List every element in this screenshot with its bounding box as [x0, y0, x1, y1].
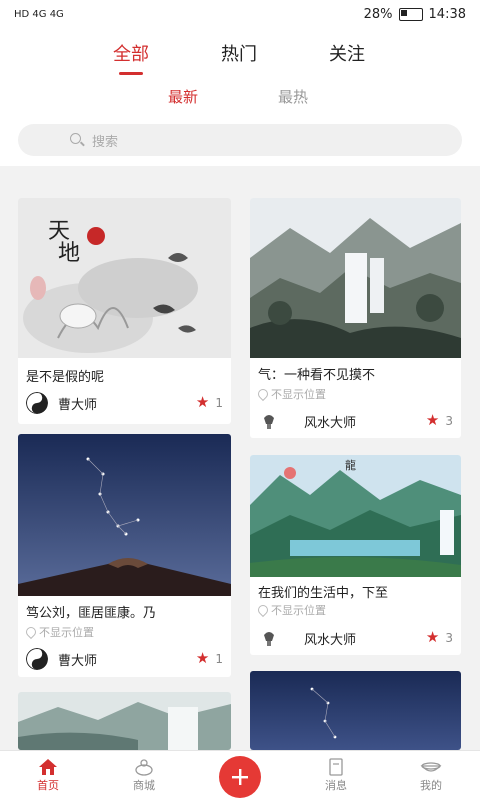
post-location: 不显示位置	[23, 624, 94, 640]
like-number: 1	[215, 651, 223, 666]
subtab-hottest[interactable]: 最热	[278, 86, 308, 107]
tab-hot[interactable]: 热门	[221, 40, 257, 66]
nav-messages[interactable]: 消息	[306, 757, 366, 793]
like-count[interactable]: ★ 3	[426, 630, 453, 645]
avatar	[259, 628, 279, 648]
post-location: 不显示位置	[255, 386, 326, 402]
nav-messages-label: 消息	[325, 779, 347, 792]
post-author[interactable]: 曹大师	[26, 648, 97, 670]
author-name: 风水大师	[304, 415, 357, 431]
nav-mall[interactable]: 商城	[114, 757, 174, 793]
status-right: 28% 14:38	[364, 7, 466, 22]
post-card[interactable]: 天 地 是不是假的呢 曹大师 ★ 1	[18, 198, 231, 424]
like-count[interactable]: ★ 1	[196, 651, 223, 666]
clock: 14:38	[428, 6, 466, 22]
like-number: 3	[445, 630, 453, 645]
star-icon: ★	[425, 628, 440, 646]
avatar	[259, 411, 279, 431]
tab-all[interactable]: 全部	[113, 40, 149, 66]
location-text: 不显示位置	[39, 626, 94, 639]
post-image	[18, 434, 231, 596]
message-icon	[329, 758, 343, 776]
location-pin-icon	[255, 602, 271, 618]
post-card[interactable]: 气：一种看不见摸不 不显示位置 风水大师 ★ 3	[250, 198, 461, 438]
profile-icon	[420, 762, 442, 772]
post-image: 天 地	[18, 198, 231, 358]
battery-text: 28%	[363, 6, 393, 22]
post-image	[250, 671, 461, 750]
nav-mine[interactable]: 我的	[401, 757, 461, 793]
plus-icon	[232, 769, 248, 785]
post-image: 龍	[250, 455, 461, 577]
star-icon: ★	[195, 649, 210, 667]
location-text: 不显示位置	[271, 388, 326, 401]
search-icon	[70, 133, 84, 147]
post-title: 是不是假的呢	[26, 370, 105, 385]
author-name: 曹大师	[58, 397, 98, 413]
post-title: 在我们的生活中，下至	[258, 586, 389, 601]
avatar	[26, 392, 48, 414]
nav-home-label: 首页	[37, 779, 59, 792]
status-bar: HD 4G 4G 28% 14:38	[0, 0, 480, 28]
post-title: 笃公刘，匪居匪康。乃	[26, 606, 157, 621]
svg-text:龍: 龍	[345, 458, 356, 472]
location-pin-icon	[23, 624, 39, 640]
network-indicator: HD 4G 4G	[14, 8, 64, 20]
header: 全部 热门 关注 最新 最热 搜索	[0, 28, 480, 166]
post-author[interactable]: 风水大师	[258, 627, 356, 649]
location-pin-icon	[255, 386, 271, 402]
like-count[interactable]: ★ 1	[196, 395, 223, 410]
star-icon: ★	[195, 393, 210, 411]
post-author[interactable]: 风水大师	[258, 410, 356, 432]
subtab-latest[interactable]: 最新	[168, 86, 198, 107]
battery-icon	[398, 7, 423, 21]
post-image	[18, 692, 231, 750]
search-placeholder: 搜索	[92, 134, 119, 150]
author-name: 曹大师	[58, 653, 98, 669]
mall-icon	[135, 759, 153, 776]
like-count[interactable]: ★ 3	[426, 413, 453, 428]
post-author[interactable]: 曹大师	[26, 392, 97, 414]
post-title: 气：一种看不见摸不	[258, 368, 376, 383]
post-card[interactable]: 笃公刘，匪居匪康。乃 不显示位置 曹大师 ★ 1	[18, 434, 231, 677]
nav-home[interactable]: 首页	[18, 757, 78, 793]
post-card[interactable]	[18, 692, 231, 750]
post-image	[250, 198, 461, 358]
tab-follow[interactable]: 关注	[329, 40, 365, 66]
active-tab-indicator	[119, 72, 143, 75]
nav-mall-label: 商城	[133, 779, 155, 792]
location-text: 不显示位置	[271, 604, 326, 617]
signal-indicators: HD 4G 4G	[14, 9, 64, 20]
add-post-button[interactable]	[219, 756, 261, 798]
main-tabs: 全部 热门 关注	[0, 40, 480, 80]
avatar	[26, 648, 48, 670]
like-number: 1	[215, 395, 223, 410]
post-location: 不显示位置	[255, 602, 326, 618]
home-icon	[39, 759, 57, 775]
post-card[interactable]: 龍 在我们的生活中，下至 不显示位置 风水大师 ★ 3	[250, 455, 461, 655]
like-number: 3	[445, 413, 453, 428]
star-icon: ★	[425, 411, 440, 429]
search-bar[interactable]: 搜索	[18, 124, 462, 156]
nav-mine-label: 我的	[420, 779, 442, 792]
svg-text:地: 地	[58, 241, 80, 266]
post-card[interactable]	[250, 671, 461, 750]
author-name: 风水大师	[304, 632, 357, 648]
